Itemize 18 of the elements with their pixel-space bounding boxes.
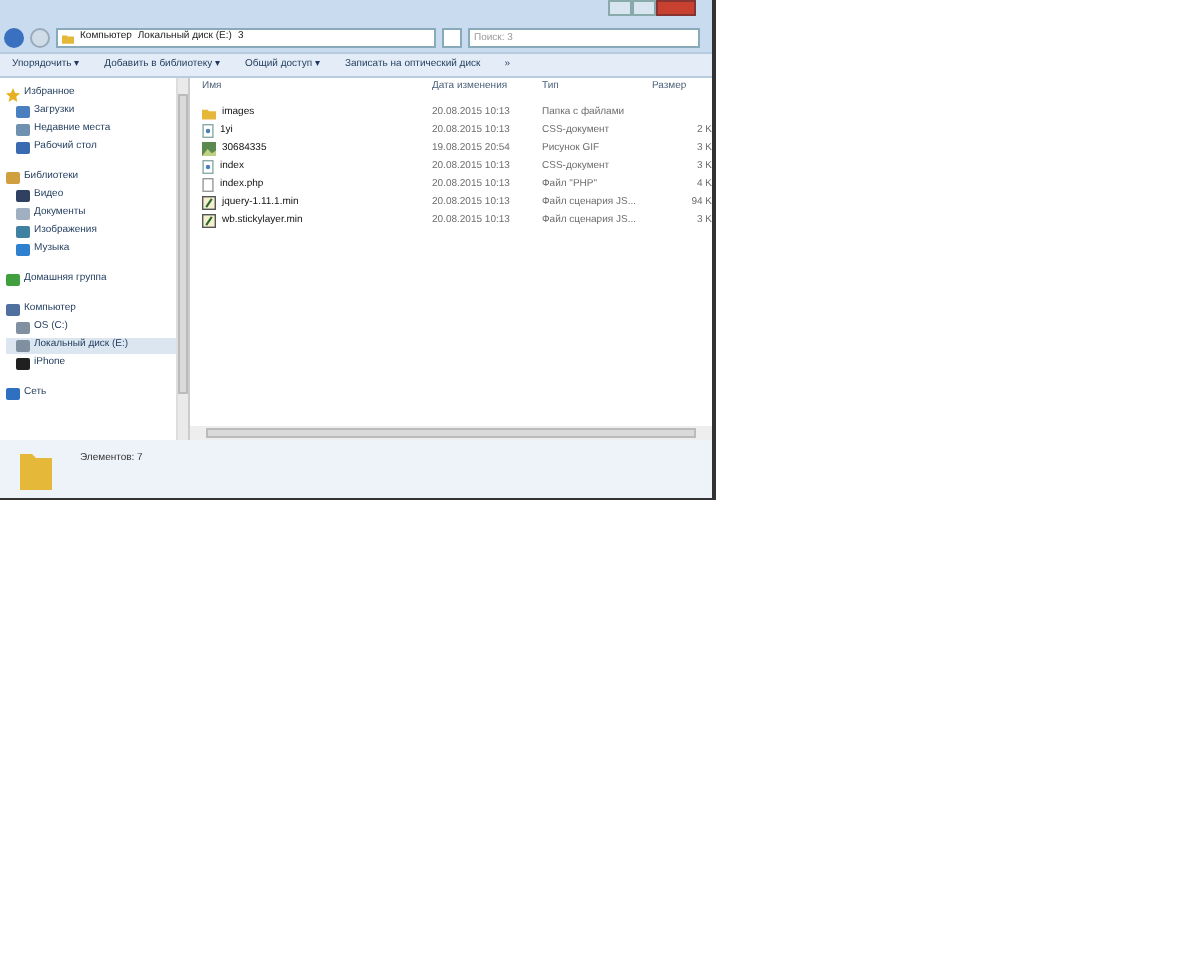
scrollbar[interactable]	[176, 78, 188, 440]
blank-file-icon	[202, 178, 214, 192]
refresh-button[interactable]	[442, 28, 462, 48]
forward-button[interactable]	[30, 28, 50, 48]
star-icon	[6, 87, 20, 101]
horizontal-scrollbar[interactable]	[190, 426, 712, 440]
back-button[interactable]	[4, 28, 24, 48]
image-file-icon	[202, 142, 216, 156]
document-icon	[202, 124, 214, 138]
close-button[interactable]	[656, 0, 696, 16]
document-icon	[202, 160, 214, 174]
script-file-icon	[202, 214, 216, 228]
folder-icon	[62, 33, 74, 43]
folder-icon	[202, 107, 216, 119]
script-file-icon	[202, 196, 216, 210]
minimize-button[interactable]	[608, 0, 632, 16]
maximize-button[interactable]	[632, 0, 656, 16]
folder-icon	[20, 449, 52, 489]
